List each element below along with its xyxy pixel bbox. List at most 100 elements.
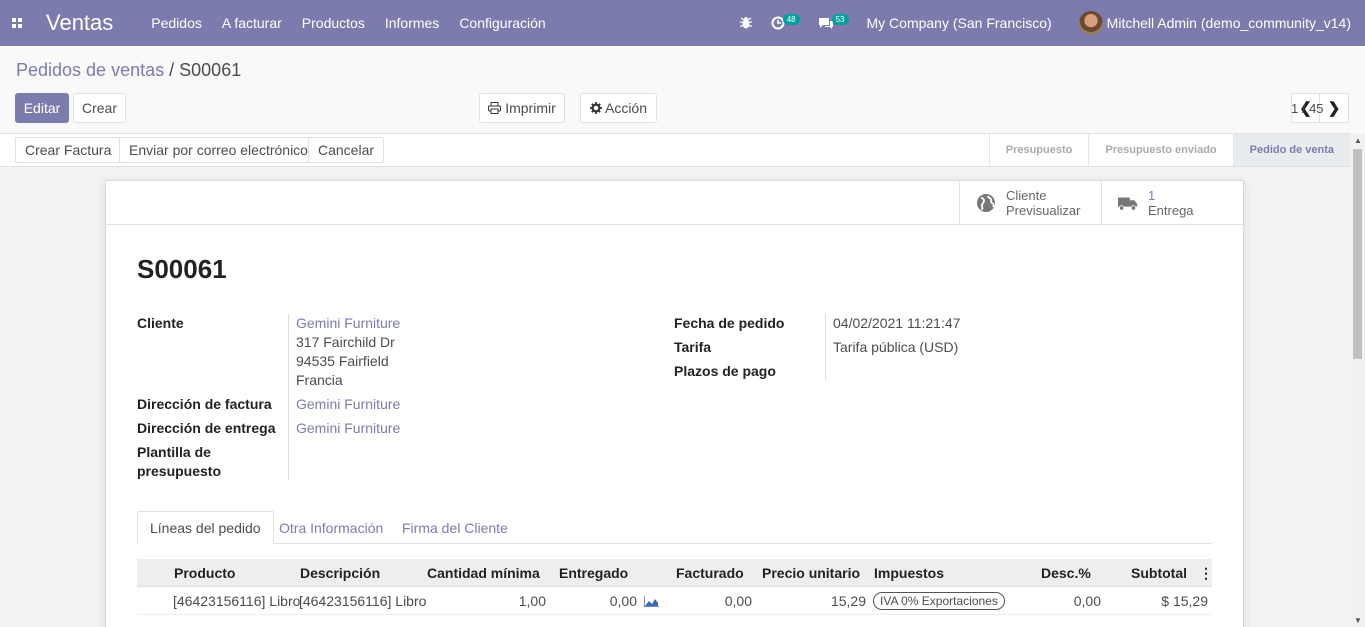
- header-taxes[interactable]: Impuestos: [874, 559, 944, 587]
- main-menu: Pedidos A facturar Productos Informes Co…: [141, 0, 555, 46]
- menu-item-configuracion[interactable]: Configuración: [449, 0, 555, 46]
- row-taxes[interactable]: IVA 0% Exportaciones: [873, 587, 1005, 615]
- debug-icon[interactable]: [739, 16, 753, 30]
- row-discount[interactable]: 0,00: [1041, 587, 1101, 615]
- customer-preview-button[interactable]: Cliente Previsualizar: [959, 181, 1101, 225]
- row-min-qty[interactable]: 1,00: [427, 587, 546, 615]
- pager-next-button[interactable]: ❯: [1320, 93, 1349, 123]
- payment-terms-label: Plazos de pago: [674, 363, 776, 379]
- customer-street: 317 Fairchild Dr: [296, 334, 395, 350]
- messages-badge: 53: [831, 13, 849, 25]
- invoice-address-link[interactable]: Gemini Furniture: [296, 396, 400, 412]
- create-button[interactable]: Crear: [73, 93, 126, 123]
- header-description[interactable]: Descripción: [300, 559, 380, 587]
- avatar[interactable]: [1078, 11, 1103, 35]
- header-product[interactable]: Producto: [174, 559, 235, 587]
- row-unit-price[interactable]: 15,29: [762, 587, 866, 615]
- customer-link[interactable]: Gemini Furniture: [296, 315, 400, 331]
- customer-city: 94535 Fairfield: [296, 353, 389, 369]
- smart-button-bar: Cliente Previsualizar 1 Entrega: [106, 181, 1243, 225]
- header-discount[interactable]: Desc.%: [1041, 559, 1091, 587]
- tax-tag: IVA 0% Exportaciones: [873, 592, 1005, 610]
- row-product[interactable]: [46423156116] Libro: [173, 587, 300, 615]
- row-description[interactable]: [46423156116] Libro: [299, 587, 426, 615]
- pricelist-label: Tarifa: [674, 339, 712, 355]
- menu-item-informes[interactable]: Informes: [375, 0, 449, 46]
- delivery-button[interactable]: 1 Entrega: [1101, 181, 1244, 225]
- scrollbar[interactable]: ▲ ▼: [1350, 133, 1365, 627]
- print-button[interactable]: Imprimir: [479, 93, 565, 123]
- quote-template-label-line2: presupuesto: [137, 463, 222, 479]
- header-unit-price[interactable]: Precio unitario: [762, 559, 860, 587]
- print-label: Imprimir: [505, 100, 556, 116]
- pager-value[interactable]: 1 / 45: [1291, 101, 1324, 116]
- top-navbar: Ventas Pedidos A facturar Productos Info…: [0, 0, 1365, 46]
- breadcrumb-current: S00061: [179, 60, 242, 80]
- stage-presupuesto[interactable]: Presupuesto: [988, 134, 1089, 166]
- table-row[interactable]: [46423156116] Libro [46423156116] Libro …: [137, 587, 1212, 615]
- globe-icon: [977, 194, 995, 212]
- pager: 1 / 45 ❮ ❯: [1291, 93, 1349, 123]
- company-switcher[interactable]: My Company (San Francisco): [867, 15, 1052, 31]
- print-icon: [488, 102, 502, 114]
- create-invoice-button[interactable]: Crear Factura: [15, 137, 122, 163]
- menu-item-pedidos[interactable]: Pedidos: [141, 0, 212, 46]
- action-button[interactable]: Acción: [580, 93, 657, 123]
- customer-label: Cliente: [137, 315, 184, 331]
- delivery-label: Entrega: [1148, 203, 1194, 218]
- stage-presupuesto-enviado[interactable]: Presupuesto enviado: [1088, 134, 1232, 166]
- menu-item-a-facturar[interactable]: A facturar: [212, 0, 292, 46]
- breadcrumb-parent[interactable]: Pedidos de ventas: [16, 60, 164, 80]
- grid-icon: [12, 18, 22, 28]
- app-name[interactable]: Ventas: [46, 10, 113, 36]
- row-delivered: 0,00: [609, 593, 637, 609]
- activity-button[interactable]: 48: [771, 13, 800, 30]
- action-label: Acción: [604, 100, 648, 116]
- preview-line2: Previsualizar: [1006, 203, 1081, 218]
- header-min-qty[interactable]: Cantidad mínima: [427, 559, 540, 587]
- scroll-up-icon[interactable]: ▲: [1354, 136, 1362, 145]
- delivery-address-link[interactable]: Gemini Furniture: [296, 420, 400, 436]
- pricelist-value: Tarifa pública (USD): [833, 339, 959, 355]
- field-divider: [825, 314, 826, 380]
- messages-button[interactable]: 53: [818, 13, 849, 30]
- form-view: Cliente Previsualizar 1 Entrega S00061 C…: [0, 167, 1350, 627]
- notebook-tabs: Líneas del pedido Otra Información Firma…: [137, 511, 1212, 544]
- header-invoiced[interactable]: Facturado: [676, 559, 744, 587]
- stage-pipeline: Presupuesto Presupuesto enviado Pedido d…: [988, 134, 1350, 166]
- tab-other-info[interactable]: Otra Información: [267, 511, 395, 544]
- row-invoiced: 0,00: [724, 593, 752, 609]
- app-menu-button[interactable]: [0, 0, 34, 46]
- scroll-down-icon[interactable]: ▼: [1354, 616, 1362, 625]
- delivery-count: 1: [1148, 188, 1156, 203]
- tab-customer-signature[interactable]: Firma del Cliente: [390, 511, 520, 544]
- order-date-value: 04/02/2021 11:21:47: [833, 315, 961, 331]
- user-menu[interactable]: Mitchell Admin (demo_community_v14): [1107, 15, 1351, 31]
- tab-order-lines[interactable]: Líneas del pedido: [137, 511, 274, 544]
- order-date-label: Fecha de pedido: [674, 315, 785, 331]
- chevron-right-icon: ❯: [1327, 100, 1341, 117]
- scrollbar-thumb[interactable]: [1353, 149, 1362, 359]
- table-header: Producto Descripción Cantidad mínima Ent…: [137, 559, 1213, 587]
- cancel-button[interactable]: Cancelar: [308, 137, 385, 163]
- field-divider: [288, 314, 289, 480]
- invoice-address-label: Dirección de factura: [137, 396, 272, 412]
- row-subtotal: $ 15,29: [1161, 593, 1208, 609]
- breadcrumb: Pedidos de ventas / S00061: [16, 60, 241, 81]
- optional-columns-icon[interactable]: ⋮: [1199, 559, 1213, 587]
- forecast-chart-icon[interactable]: [644, 587, 659, 615]
- header-delivered[interactable]: Entregado: [559, 559, 628, 587]
- form-sheet: Cliente Previsualizar 1 Entrega S00061 C…: [105, 180, 1244, 627]
- truck-icon: [1118, 197, 1138, 211]
- header-subtotal[interactable]: Subtotal: [1131, 559, 1187, 587]
- preview-line1: Cliente: [1006, 188, 1047, 203]
- activity-badge: 48: [782, 13, 800, 25]
- send-email-button[interactable]: Enviar por correo electrónico: [119, 137, 318, 163]
- quote-template-label-line1: Plantilla de: [137, 444, 211, 460]
- menu-item-productos[interactable]: Productos: [292, 0, 375, 46]
- statusbar: Crear Factura Enviar por correo electrón…: [0, 133, 1350, 167]
- stage-pedido-de-venta[interactable]: Pedido de venta: [1232, 134, 1350, 166]
- edit-button[interactable]: Editar: [15, 93, 69, 123]
- gear-icon: [589, 102, 602, 114]
- breadcrumb-separator: /: [169, 60, 175, 80]
